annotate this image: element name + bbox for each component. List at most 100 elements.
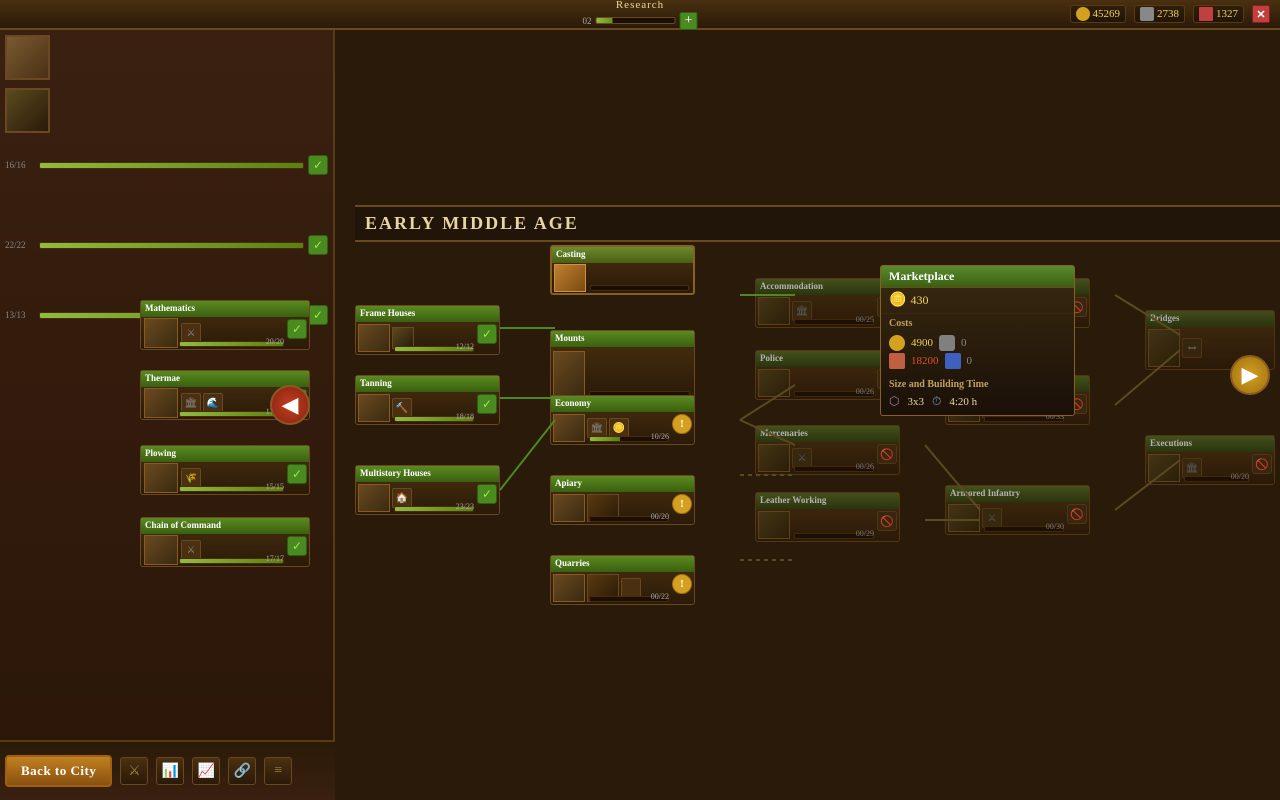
cost-1-val: 4900 [911,337,933,349]
tech-plowing[interactable]: Plowing 🌾 15/15 ✓ [140,445,310,495]
tech-armored-infantry[interactable]: Armored Infantry ⚔ 00/30 🚫 [945,485,1090,535]
tech-economy-thumb [553,414,585,442]
sidebar-count-3: 13/13 [5,310,35,320]
tech-police[interactable]: Police 00/26 🚫 [755,350,900,400]
flag-value: 1327 [1216,8,1238,20]
tech-mathematics-icon2: ⚔ [181,323,201,343]
popup-size-icon: ⬡ [889,394,899,409]
check-2: ✓ [308,235,328,255]
tech-thermae-icon2: 🏛 [181,393,201,413]
tech-bridges-arrows: ⇔ [1182,338,1202,358]
tech-apiary[interactable]: Apiary 00/20 ! [550,475,695,525]
tech-multistory-houses-header: Multistory Houses [356,466,499,482]
tech-multistory-icon2: 🏠 [392,488,412,508]
tech-executions-header: Executions [1146,436,1274,452]
bottom-icon-4[interactable]: 🔗 [228,757,256,785]
research-plus-button[interactable]: + [680,12,698,30]
tech-tanning-check: ✓ [477,394,497,414]
tech-mounts[interactable]: Mounts [550,330,695,400]
tech-leather-working[interactable]: Leather Working 00/29 🚫 [755,492,900,542]
tech-accommodation-count: 00/25 [856,315,874,324]
cost-2-val: 18200 [911,355,939,367]
tech-thermae-thumb [144,388,178,418]
tech-accommodation-thumb [758,297,790,325]
tech-frame-houses-count: 12/12 [456,342,474,351]
tech-apiary-thumb [553,494,585,522]
tech-chain-of-command[interactable]: Chain of Command ⚔ 17/17 ✓ [140,517,310,567]
nav-right-arrow[interactable]: ▶ [1230,355,1270,395]
tech-tanning-thumb [358,394,390,422]
tech-chain-of-command-icon2: ⚔ [181,540,201,560]
tech-quarries-header: Quarries [551,556,694,572]
cost-1b-val: 0 [961,337,967,349]
popup-costs-section: 4900 0 18200 0 [881,331,1074,375]
tech-apiary-count: 00/20 [651,512,669,521]
tech-multistory-houses-thumb [358,484,390,512]
tech-economy-header: Economy [551,396,694,412]
cost-row-2: 18200 0 [889,353,1066,369]
close-button[interactable]: ✕ [1252,5,1270,23]
back-to-city-button[interactable]: Back to City [5,755,112,787]
tech-apiary-header: Apiary [551,476,694,492]
tech-canvas: EARLY MIDDLE AGE Frame Hous [335,30,1280,800]
tech-frame-houses[interactable]: Frame Houses 12/12 ✓ [355,305,500,355]
bottom-icon-5[interactable]: ≡ [264,757,292,785]
tech-bridges-header: Bridges [1146,311,1274,327]
avatar-2-image [7,90,48,131]
bottom-icon-2[interactable]: 📊 [156,757,184,785]
tech-executions[interactable]: Executions 🏛 00/20 🚫 [1145,435,1275,485]
left-sidebar: 16/16 ✓ 22/22 ✓ 13/13 ✓ Mathematics ⚔ [0,30,335,800]
tech-plowing-thumb [144,463,178,493]
era-label: EARLY MIDDLE AGE [355,205,1280,242]
avatar-2[interactable] [5,88,50,133]
cost-row-1: 4900 0 [889,335,1066,351]
tech-economy-icon3: 🪙 [609,418,629,438]
tech-chain-of-command-count: 17/17 [266,554,284,563]
tech-thermae-icon3: 🌊 [203,393,223,413]
tech-economy-hint: ! [672,414,692,434]
tech-frame-houses-header: Frame Houses [356,306,499,322]
tech-accommodation[interactable]: Accommodation 🏛 00/25 🚫 [755,278,900,328]
flag-icon [1199,7,1213,21]
tech-multistory-houses[interactable]: Multistory Houses 🏠 23/23 ✓ [355,465,500,515]
tech-casting-bar [590,285,689,291]
bottom-icon-1[interactable]: ⚔ [120,757,148,785]
tech-leather-working-count: 00/29 [856,529,874,538]
topbar-right: 45269 2738 1327 ✕ [1070,5,1280,23]
popup-time-icon: ⏱ [932,394,941,409]
tech-leather-working-lock: 🚫 [877,511,897,531]
tech-accommodation-icon: 🏛 [792,301,812,321]
research-progress-label: 02 [583,16,592,26]
tech-mathematics-thumb [144,318,178,348]
tech-economy[interactable]: Economy 🏛 🪙 10/26 ! [550,395,695,445]
tech-mathematics-count: 20/20 [266,337,284,346]
nav-left-arrow[interactable]: ◀ [270,385,310,425]
tech-mercenaries-thumb [758,444,790,472]
tech-tanning[interactable]: Tanning 🔨 18/18 ✓ [355,375,500,425]
check-3: ✓ [308,305,328,325]
popup-time-val: 4:20 h [949,396,977,408]
tech-armored-infantry-header: Armored Infantry [946,486,1089,502]
popup-gold-row: 🪙 430 [881,288,1074,314]
tech-tanning-icon2: 🔨 [392,398,412,418]
tech-executions-count: 00/20 [1231,472,1249,481]
gold-resource: 45269 [1070,5,1127,23]
research-title: Research [616,0,664,11]
sidebar-count-1: 16/16 [5,160,35,170]
check-1: ✓ [308,155,328,175]
flag-resource: 1327 [1193,5,1244,23]
tech-armored-infantry-lock: 🚫 [1067,504,1087,524]
tech-mercenaries[interactable]: Mercenaries ⚔ 00/26 🚫 [755,425,900,475]
tech-economy-icon2: 🏛 [587,418,607,438]
tech-mathematics[interactable]: Mathematics ⚔ 20/20 ✓ [140,300,310,350]
avatar-1[interactable] [5,35,50,80]
tech-mercenaries-header: Mercenaries [756,426,899,442]
tech-police-thumb [758,369,790,397]
bottom-icon-3[interactable]: 📈 [192,757,220,785]
tech-frame-houses-check: ✓ [477,324,497,344]
tech-tanning-count: 18/18 [456,412,474,421]
research-bar-fill [597,18,613,23]
popup-gold-value: 430 [910,293,928,308]
tech-casting[interactable]: Casting [550,245,695,295]
tech-quarries[interactable]: Quarries 00/22 ! [550,555,695,605]
